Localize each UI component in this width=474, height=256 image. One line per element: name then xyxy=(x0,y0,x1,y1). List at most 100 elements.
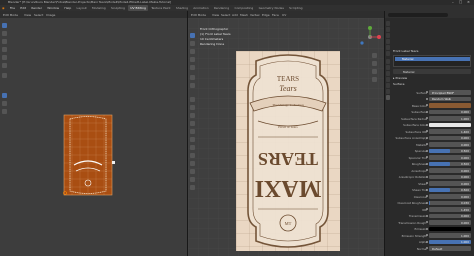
viewport-menu-edge[interactable]: Edge xyxy=(262,13,270,17)
number-slider[interactable]: 1.000 xyxy=(429,116,471,121)
material-slot-list[interactable]: Material xyxy=(393,55,471,67)
properties-search-input[interactable] xyxy=(388,12,448,17)
uv-menu-image[interactable]: Image xyxy=(46,13,55,17)
shrink-tool-icon[interactable] xyxy=(190,169,195,174)
socket-icon[interactable] xyxy=(426,117,428,120)
knife-tool-icon[interactable] xyxy=(190,129,195,134)
smooth-tool-icon[interactable] xyxy=(190,153,195,158)
number-slider[interactable]: 0.000 xyxy=(429,135,471,141)
grab-tool-icon[interactable] xyxy=(2,93,7,98)
socket-icon[interactable] xyxy=(426,227,428,230)
select-box-tool-icon[interactable] xyxy=(2,31,7,36)
uv-menu-select[interactable]: Select xyxy=(34,13,43,17)
constraints-tab-icon[interactable] xyxy=(386,83,390,88)
color-field[interactable] xyxy=(429,122,471,128)
annotate-tool-icon[interactable] xyxy=(2,73,7,78)
rotate-tool-icon[interactable] xyxy=(2,47,7,52)
socket-icon[interactable] xyxy=(426,240,428,243)
cursor-tool-icon[interactable] xyxy=(2,23,7,28)
poly-build-tool-icon[interactable] xyxy=(190,137,195,142)
3d-viewport[interactable]: Edit Mode View Select Add Mesh Vertex Ed… xyxy=(188,11,385,256)
perspective-toggle-icon[interactable] xyxy=(372,77,377,82)
rip-tool-icon[interactable] xyxy=(190,185,195,190)
label-mesh[interactable]: TEARS Tears The Vintage Collection Elixi… xyxy=(236,51,340,251)
transform-tool-icon[interactable] xyxy=(2,63,7,68)
socket-icon[interactable] xyxy=(426,149,428,152)
socket-icon[interactable] xyxy=(426,234,428,237)
dropdown-field[interactable]: Default xyxy=(429,246,471,251)
socket-icon[interactable] xyxy=(426,110,428,113)
number-slider[interactable]: 1.000 xyxy=(429,233,471,238)
number-slider[interactable]: 0.000 xyxy=(429,181,471,186)
viewport-menu-face[interactable]: Face xyxy=(272,13,279,17)
inset-tool-icon[interactable] xyxy=(190,105,195,110)
relax-tool-icon[interactable] xyxy=(2,101,7,106)
pinch-tool-icon[interactable] xyxy=(2,109,7,114)
socket-icon[interactable] xyxy=(426,91,428,94)
number-slider[interactable]: 0.500 xyxy=(429,161,471,167)
pan-hand-icon[interactable] xyxy=(372,61,377,66)
number-slider[interactable]: 1.000 xyxy=(429,239,471,245)
socket-icon[interactable] xyxy=(426,104,428,107)
uv-mode-select[interactable]: Edit Mode xyxy=(3,13,18,17)
uv-menu-view[interactable]: View xyxy=(24,13,31,17)
view-layer-tab-icon[interactable] xyxy=(386,39,390,44)
number-slider[interactable]: 0.000 xyxy=(429,220,471,225)
extrude-tool-icon[interactable] xyxy=(190,97,195,102)
number-slider[interactable]: 1.400 xyxy=(429,129,471,134)
particles-tab-icon[interactable] xyxy=(386,71,390,76)
viewport-scale-tool-icon[interactable] xyxy=(190,65,195,70)
viewport-measure-tool-icon[interactable] xyxy=(190,83,195,88)
viewport-rotate-tool-icon[interactable] xyxy=(190,57,195,62)
uv-island-label[interactable] xyxy=(60,111,118,201)
socket-icon[interactable] xyxy=(426,136,428,139)
number-slider[interactable]: 0.030 xyxy=(429,200,471,206)
viewport-annotate-tool-icon[interactable] xyxy=(190,75,195,80)
tool-tab-icon[interactable] xyxy=(386,21,390,26)
edge-slide-tool-icon[interactable] xyxy=(190,161,195,166)
physics-tab-icon[interactable] xyxy=(386,77,390,82)
viewport-mode-select[interactable]: Edit Mode xyxy=(191,13,206,17)
object-tab-icon[interactable] xyxy=(386,59,390,64)
scene-tab-icon[interactable] xyxy=(386,45,390,50)
number-slider[interactable]: 0.000 xyxy=(429,109,471,115)
number-slider[interactable]: 0.000 xyxy=(429,142,471,147)
socket-icon[interactable] xyxy=(426,247,428,250)
world-tab-icon[interactable] xyxy=(386,51,390,56)
socket-icon[interactable] xyxy=(426,156,428,159)
socket-icon[interactable] xyxy=(426,195,428,198)
bevel-tool-icon[interactable] xyxy=(190,113,195,118)
socket-icon[interactable] xyxy=(426,175,428,178)
viewport-cursor-tool-icon[interactable] xyxy=(190,41,195,46)
viewport-menu-add[interactable]: Add xyxy=(232,13,238,17)
dropdown-field[interactable]: Random Walk xyxy=(429,96,471,102)
viewport-move-tool-icon[interactable] xyxy=(190,49,195,54)
socket-icon[interactable] xyxy=(426,123,428,126)
number-slider[interactable]: 0.500 xyxy=(429,148,471,154)
viewport-menu-uv[interactable]: UV xyxy=(282,13,286,17)
color-field[interactable] xyxy=(429,103,471,108)
viewport-menu-view[interactable]: View xyxy=(212,13,219,17)
socket-icon[interactable] xyxy=(426,188,428,191)
render-tab-icon[interactable] xyxy=(386,27,390,32)
socket-icon[interactable] xyxy=(426,221,428,224)
socket-icon[interactable] xyxy=(426,208,428,211)
socket-icon[interactable] xyxy=(426,162,428,165)
modifier-tab-icon[interactable] xyxy=(386,65,390,70)
socket-icon[interactable] xyxy=(426,97,428,100)
navigation-gizmo[interactable] xyxy=(358,25,382,49)
socket-icon[interactable] xyxy=(426,201,428,204)
socket-icon[interactable] xyxy=(426,214,428,217)
number-slider[interactable]: 0.000 xyxy=(429,168,471,173)
viewport-menu-select[interactable]: Select xyxy=(221,13,230,17)
socket-icon[interactable] xyxy=(426,182,428,185)
dropdown-field[interactable]: Principled BSDF xyxy=(429,90,471,95)
number-slider[interactable]: 0.000 xyxy=(429,174,471,180)
number-slider[interactable]: 0.500 xyxy=(429,187,471,193)
move-tool-icon[interactable] xyxy=(2,39,7,44)
socket-icon[interactable] xyxy=(426,169,428,172)
number-slider[interactable]: 1.450 xyxy=(429,207,471,212)
viewport-menu-vertex[interactable]: Vertex xyxy=(250,13,260,17)
shear-tool-icon[interactable] xyxy=(190,177,195,182)
zoom-icon[interactable] xyxy=(372,53,377,58)
